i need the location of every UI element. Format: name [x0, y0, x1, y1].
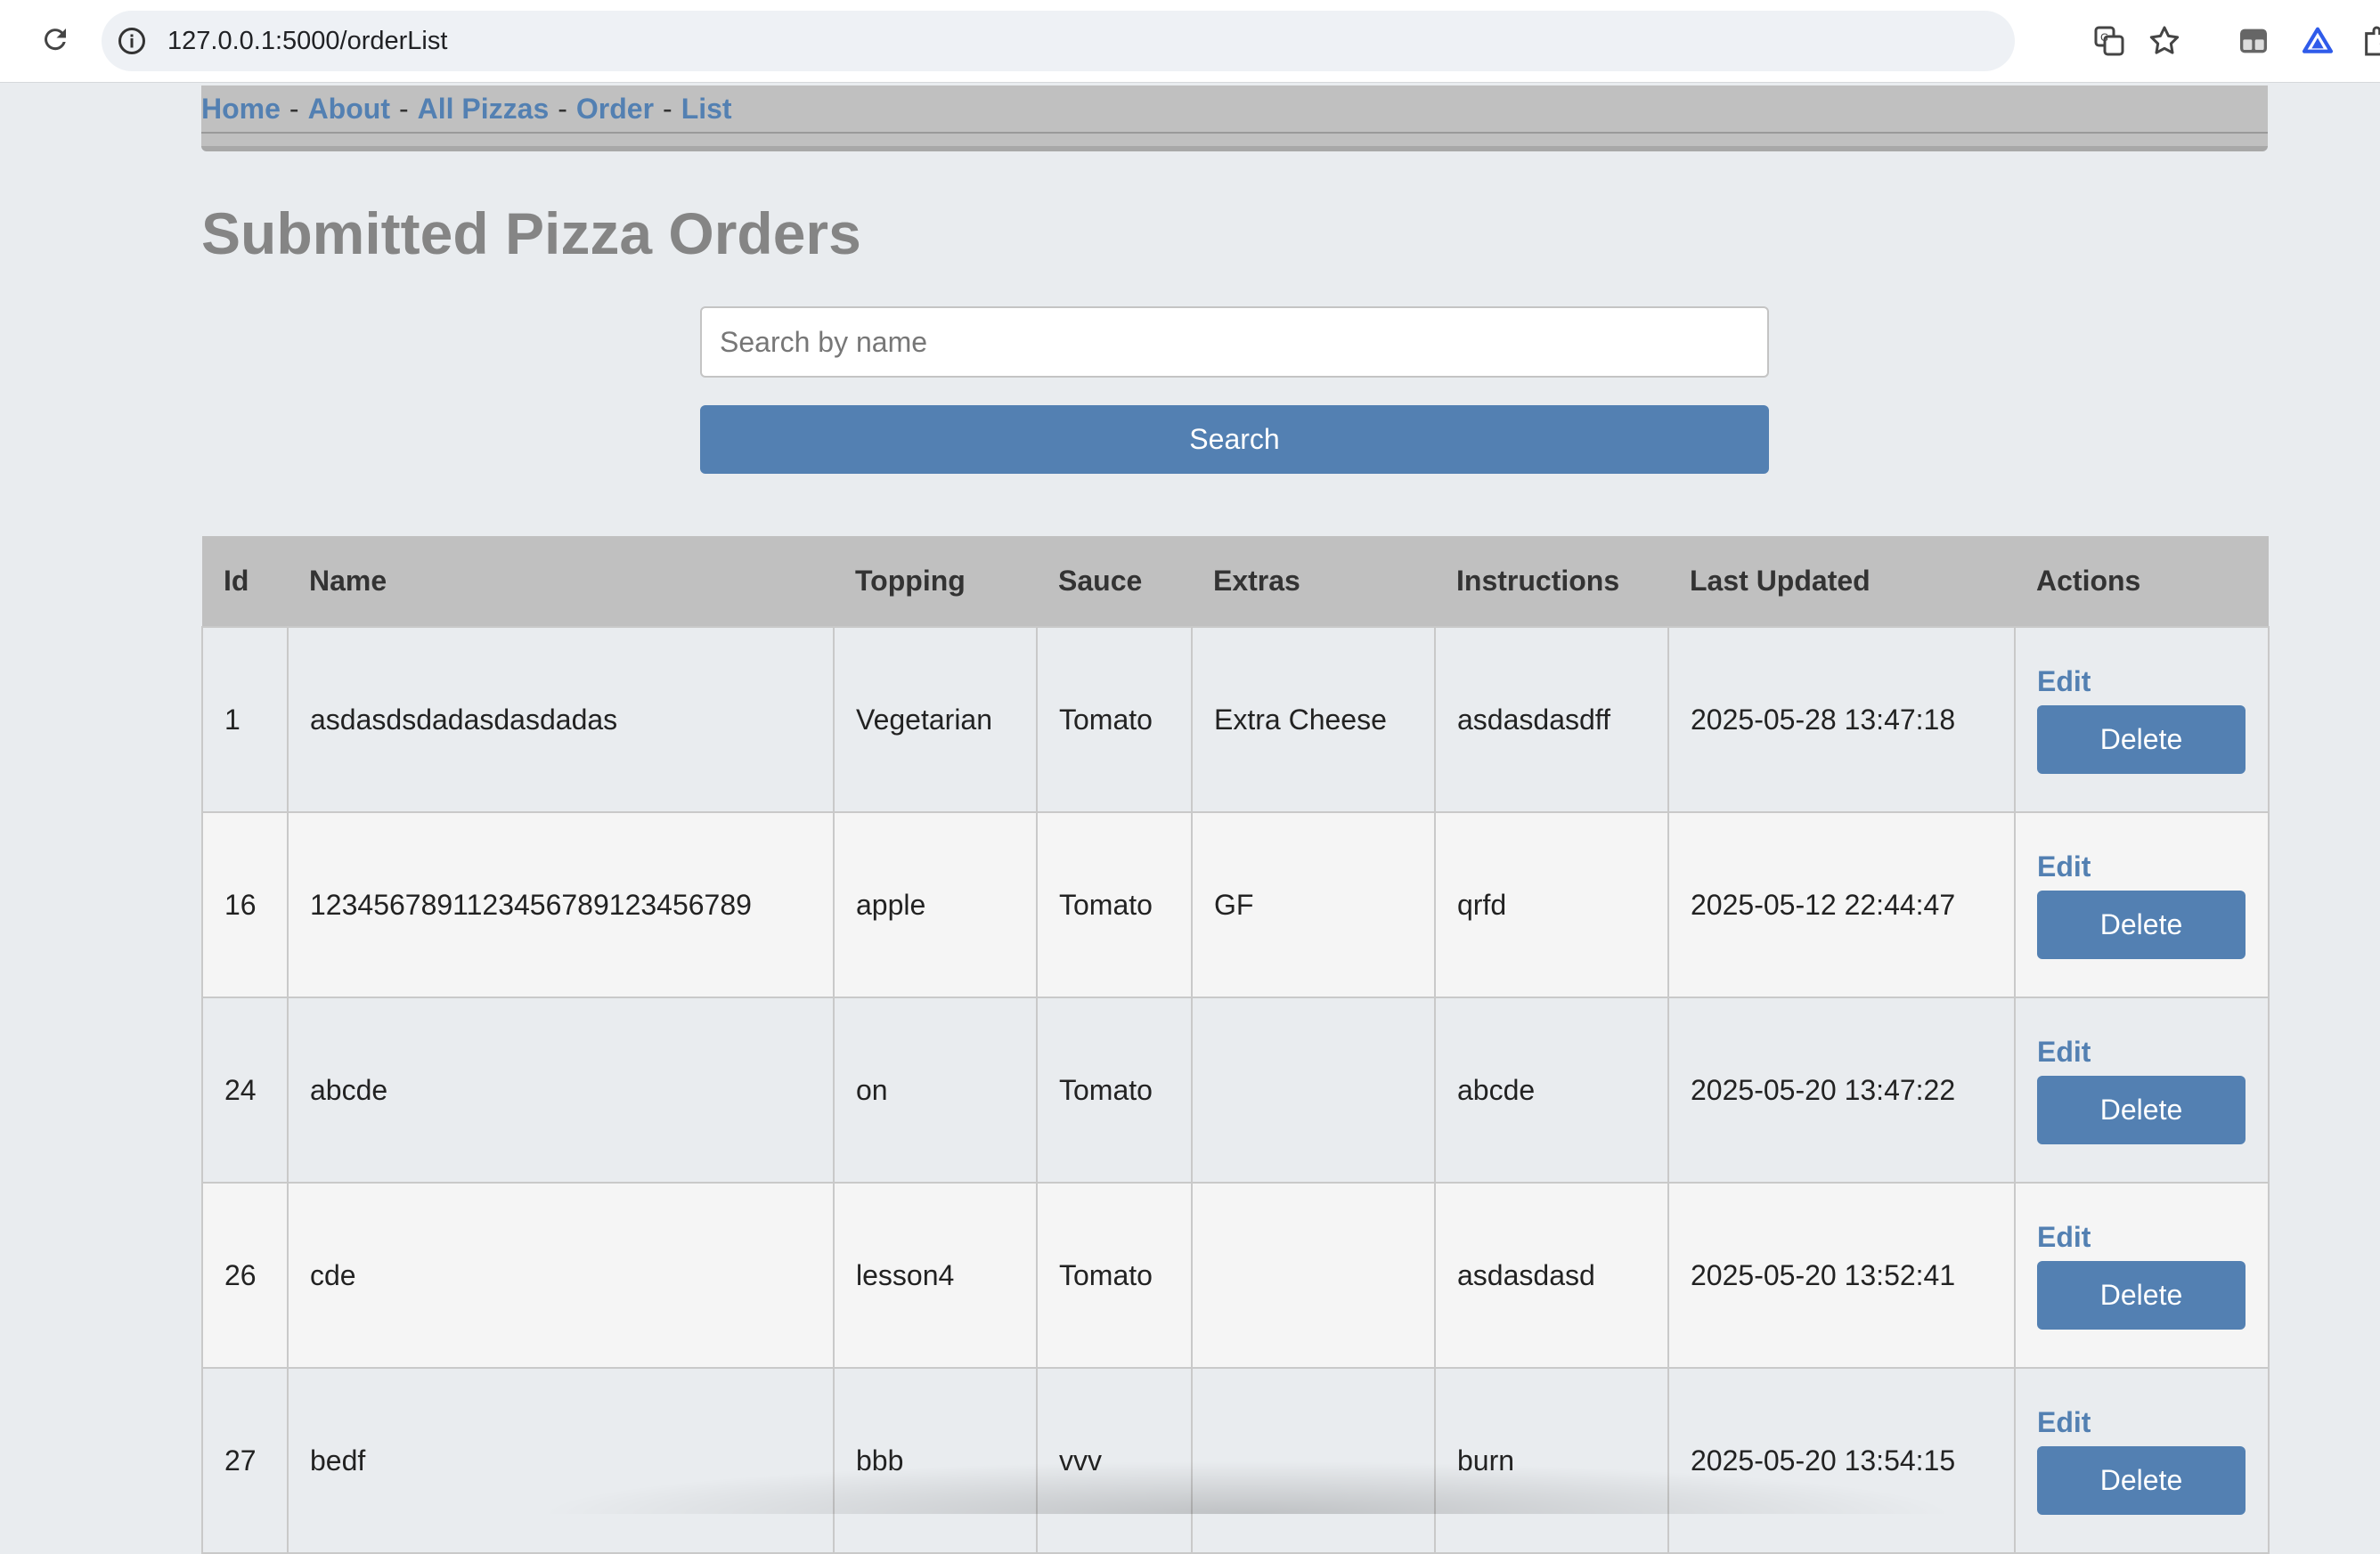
- delete-button[interactable]: Delete: [2037, 1076, 2246, 1144]
- column-header-sauce: Sauce: [1037, 536, 1192, 627]
- cell-topping: bbb: [833, 1367, 1038, 1554]
- cell-topping: on: [833, 997, 1038, 1184]
- edit-link[interactable]: Edit: [2037, 1036, 2268, 1069]
- nav-separator: -: [663, 93, 672, 125]
- nav-separator: -: [289, 93, 299, 125]
- translate-icon[interactable]: G: [2091, 23, 2127, 59]
- delete-button[interactable]: Delete: [2037, 1446, 2246, 1515]
- cell-sauce: vvv: [1036, 1367, 1193, 1554]
- nav-link-about[interactable]: About: [308, 93, 390, 125]
- column-header-id: Id: [202, 536, 288, 627]
- cell-name: asdasdsdadasdasdadas: [287, 626, 835, 813]
- table-header-row: Id Name Topping Sauce Extras Instruction…: [202, 536, 2269, 627]
- table-row: 27 bedf bbb vvv burn 2025-05-20 13:54:15…: [201, 1367, 2270, 1554]
- search-button[interactable]: Search: [700, 405, 1769, 474]
- nav-links: Home - About - All Pizzas - Order - List: [201, 91, 732, 126]
- column-header-last-updated: Last Updated: [1668, 536, 2015, 627]
- cell-topping: apple: [833, 811, 1038, 998]
- cell-sauce: Tomato: [1036, 626, 1193, 813]
- svg-text:G: G: [2100, 31, 2108, 44]
- page-title: Submitted Pizza Orders: [201, 200, 861, 266]
- reload-icon[interactable]: [39, 23, 71, 55]
- cell-actions: Edit Delete: [2014, 1182, 2270, 1369]
- cell-extras: [1191, 997, 1436, 1184]
- cell-instructions: qrfd: [1434, 811, 1669, 998]
- site-navbar: Home - About - All Pizzas - Order - List: [201, 85, 2268, 151]
- extensions-puzzle-icon[interactable]: [2360, 23, 2380, 59]
- cell-id: 1: [201, 626, 289, 813]
- nav-link-home[interactable]: Home: [201, 93, 281, 125]
- cell-instructions: burn: [1434, 1367, 1669, 1554]
- cell-extras: [1191, 1182, 1436, 1369]
- bookmark-star-icon[interactable]: [2147, 23, 2182, 59]
- cell-topping: Vegetarian: [833, 626, 1038, 813]
- cell-sauce: Tomato: [1036, 811, 1193, 998]
- cell-actions: Edit Delete: [2014, 626, 2270, 813]
- edit-link[interactable]: Edit: [2037, 1406, 2268, 1439]
- nav-separator: -: [558, 93, 567, 125]
- cell-id: 24: [201, 997, 289, 1184]
- column-header-extras: Extras: [1192, 536, 1435, 627]
- cell-last-updated: 2025-05-12 22:44:47: [1667, 811, 2016, 998]
- cell-name: abcde: [287, 997, 835, 1184]
- cell-last-updated: 2025-05-20 13:52:41: [1667, 1182, 2016, 1369]
- browser-toolbar: 127.0.0.1:5000/orderList G: [0, 0, 2380, 83]
- delete-button[interactable]: Delete: [2037, 1261, 2246, 1330]
- nav-link-all-pizzas[interactable]: All Pizzas: [418, 93, 550, 125]
- nav-separator: -: [398, 93, 409, 125]
- extension-triangle-icon[interactable]: [2300, 23, 2335, 59]
- cell-extras: Extra Cheese: [1191, 626, 1436, 813]
- cell-sauce: Tomato: [1036, 1182, 1193, 1369]
- table-row: 26 cde lesson4 Tomato asdasdasd 2025-05-…: [201, 1182, 2270, 1369]
- delete-button[interactable]: Delete: [2037, 891, 2246, 959]
- search-input[interactable]: [700, 306, 1769, 378]
- column-header-topping: Topping: [834, 536, 1037, 627]
- cell-id: 16: [201, 811, 289, 998]
- edit-link[interactable]: Edit: [2037, 1221, 2268, 1254]
- column-header-instructions: Instructions: [1435, 536, 1668, 627]
- nav-link-order[interactable]: Order: [576, 93, 654, 125]
- cell-extras: [1191, 1367, 1436, 1554]
- column-header-actions: Actions: [2015, 536, 2269, 627]
- cell-extras: GF: [1191, 811, 1436, 998]
- cell-name: bedf: [287, 1367, 835, 1554]
- cell-actions: Edit Delete: [2014, 997, 2270, 1184]
- cell-instructions: abcde: [1434, 997, 1669, 1184]
- url-text[interactable]: 127.0.0.1:5000/orderList: [167, 25, 447, 57]
- navbar-divider: [201, 132, 2268, 134]
- cell-name: cde: [287, 1182, 835, 1369]
- table-row: 1 asdasdsdadasdasdadas Vegetarian Tomato…: [201, 626, 2270, 813]
- cell-actions: Edit Delete: [2014, 1367, 2270, 1554]
- extension-icon[interactable]: [2236, 23, 2271, 59]
- table-row: 16 123456789112345678912345678​9 apple T…: [201, 811, 2270, 998]
- delete-button[interactable]: Delete: [2037, 705, 2246, 774]
- edit-link[interactable]: Edit: [2037, 665, 2268, 698]
- table-row: 24 abcde on Tomato abcde 2025-05-20 13:4…: [201, 997, 2270, 1184]
- cell-last-updated: 2025-05-20 13:47:22: [1667, 997, 2016, 1184]
- column-header-name: Name: [288, 536, 834, 627]
- edit-link[interactable]: Edit: [2037, 850, 2268, 883]
- cell-instructions: asdasdasd: [1434, 1182, 1669, 1369]
- cell-last-updated: 2025-05-28 13:47:18: [1667, 626, 2016, 813]
- cell-name: 123456789112345678912345678​9: [287, 811, 835, 998]
- cell-last-updated: 2025-05-20 13:54:15: [1667, 1367, 2016, 1554]
- cell-actions: Edit Delete: [2014, 811, 2270, 998]
- cell-id: 26: [201, 1182, 289, 1369]
- nav-link-list[interactable]: List: [681, 93, 732, 125]
- cell-topping: lesson4: [833, 1182, 1038, 1369]
- site-info-icon[interactable]: [116, 25, 148, 57]
- cell-id: 27: [201, 1367, 289, 1554]
- cell-sauce: Tomato: [1036, 997, 1193, 1184]
- cell-instructions: asdasdasdff: [1434, 626, 1669, 813]
- orders-table: Id Name Topping Sauce Extras Instruction…: [201, 536, 2270, 1554]
